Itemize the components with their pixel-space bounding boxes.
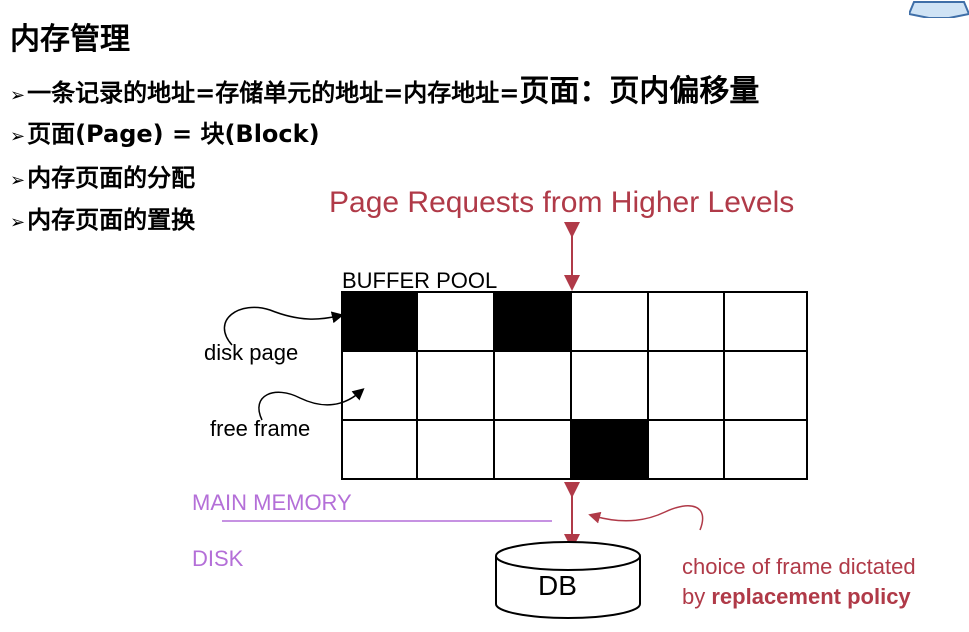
policy-emphasis: replacement policy [711, 584, 911, 609]
policy-line-1: choice of frame dictated [682, 554, 916, 579]
page-frame-free [723, 419, 808, 480]
page-frame-free [341, 350, 418, 421]
page-frame-free [416, 350, 495, 421]
page-frame-occupied [341, 291, 418, 352]
disk-page-pointer [223, 306, 344, 346]
page-frame-free [723, 350, 808, 421]
page-frame-free [341, 419, 418, 480]
page-frame-free [723, 291, 808, 352]
page-frame-free [416, 291, 495, 352]
policy-line-2: by replacement policy [682, 582, 916, 612]
policy-pointer [588, 505, 704, 531]
page-frame-free [416, 419, 495, 480]
page-frame-occupied [493, 291, 572, 352]
page-frame-free [570, 350, 649, 421]
page-frame-free [570, 291, 649, 352]
page-frame-free [647, 419, 725, 480]
page-frame-free [647, 291, 725, 352]
page-frame-free [493, 350, 572, 421]
policy-prefix: by [682, 584, 712, 609]
page-frame-free [493, 419, 572, 480]
replacement-policy-note: choice of frame dictated by replacement … [682, 552, 916, 612]
buffer-grid [341, 291, 808, 480]
page-frame-free [647, 350, 725, 421]
page-frame-occupied [570, 419, 649, 480]
db-label: DB [538, 570, 577, 601]
buffer-pool-diagram [222, 222, 808, 619]
